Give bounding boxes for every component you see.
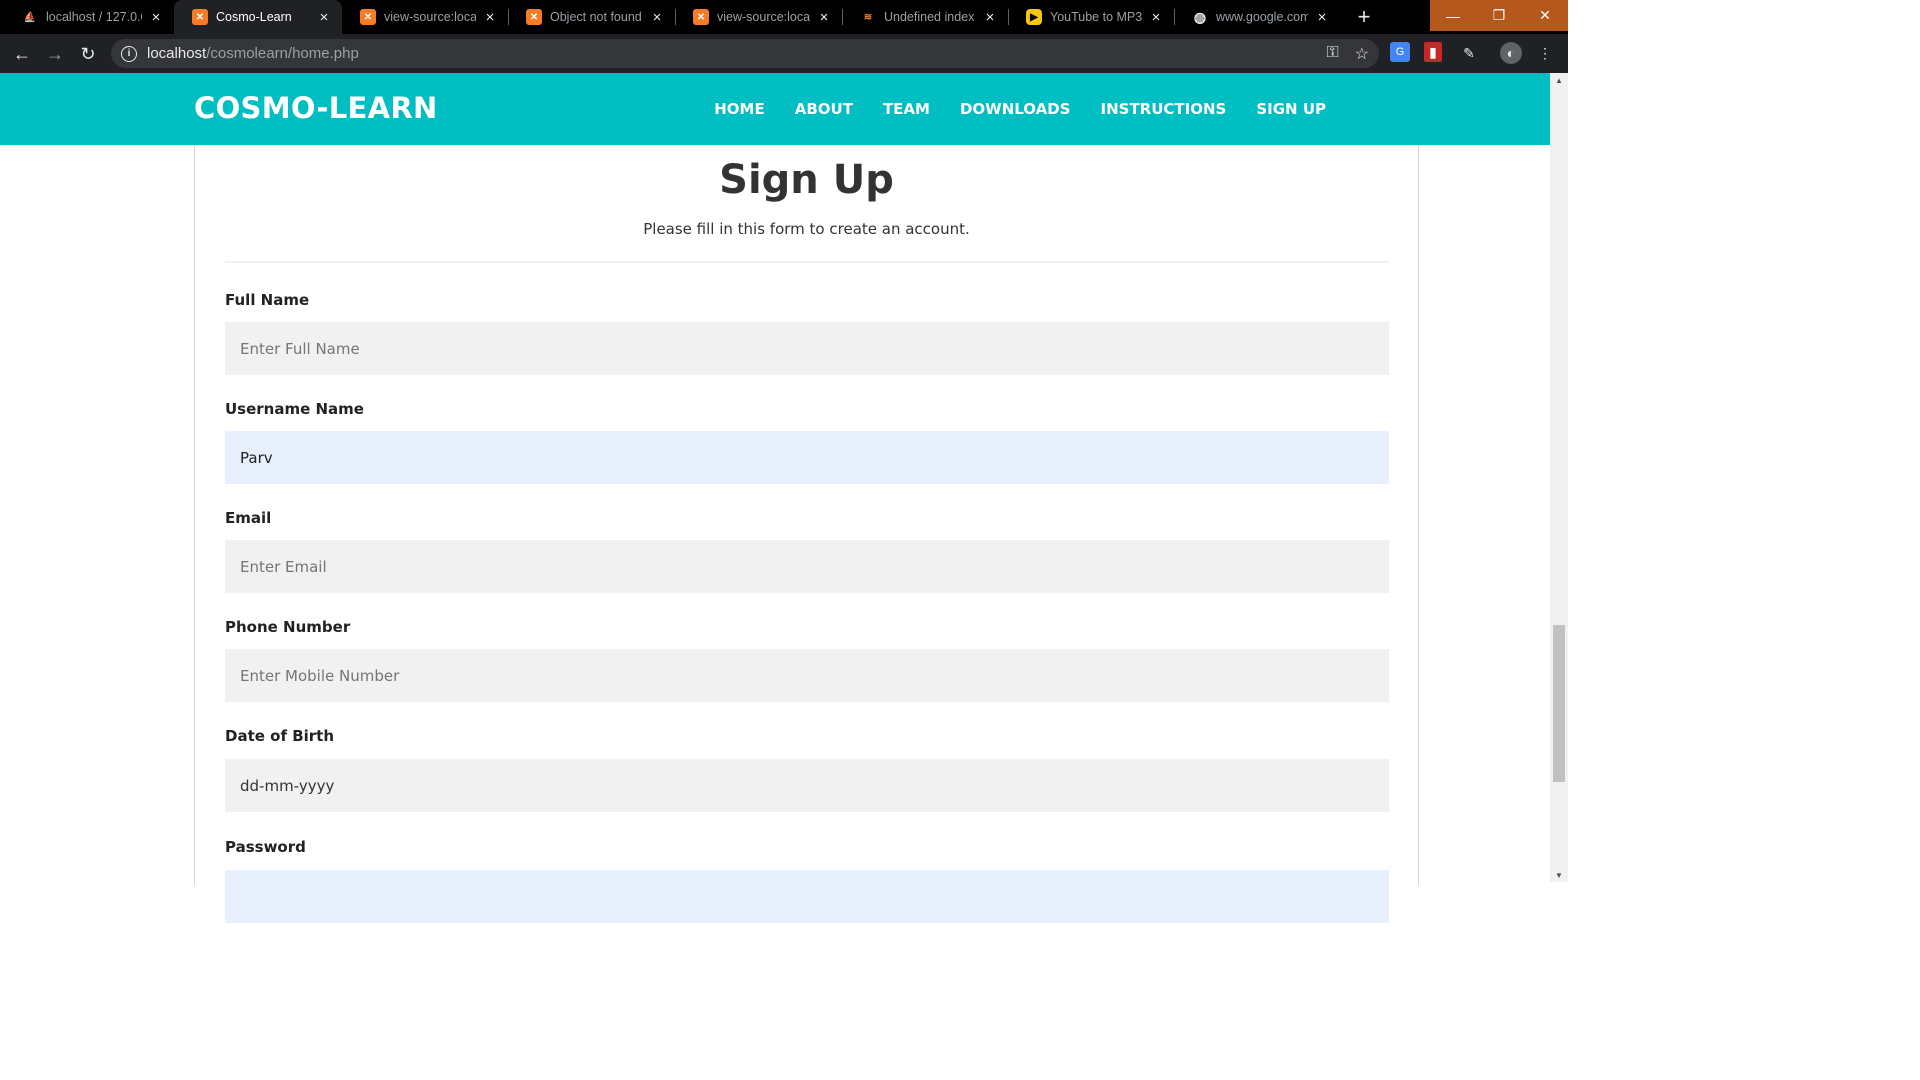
reload-icon: ↻ — [80, 43, 96, 64]
username-label: Username Name — [225, 400, 364, 418]
dob-value: dd-mm-yyyy — [240, 776, 335, 795]
scroll-thumb[interactable] — [1553, 625, 1565, 782]
browser-tab-strip: ⛵ localhost / 127.0.0. × ✕ Cosmo-Learn ×… — [0, 0, 1568, 34]
email-label: Email — [225, 509, 272, 527]
menu-icon[interactable]: ⋮ — [1534, 42, 1556, 64]
tab-title: Undefined index w — [884, 10, 976, 24]
nav-about[interactable]: ABOUT — [795, 100, 853, 118]
arrow-right-icon: → — [46, 43, 64, 64]
stackoverflow-icon: ≋ — [863, 11, 873, 23]
signup-panel: Sign Up Please fill in this form to crea… — [194, 145, 1419, 923]
back-button[interactable]: ← — [8, 40, 36, 68]
close-icon[interactable]: × — [982, 9, 998, 26]
xampp-icon: ✕ — [526, 9, 542, 25]
nav-team[interactable]: TEAM — [883, 100, 930, 118]
nav-sign-up[interactable]: SIGN UP — [1256, 100, 1326, 118]
tab-title: Cosmo-Learn — [216, 10, 292, 24]
forward-button[interactable]: → — [41, 40, 69, 68]
address-url[interactable]: localhost/cosmolearn/home.php — [147, 45, 359, 62]
scroll-up-arrow[interactable]: ▲ — [1550, 73, 1568, 87]
profile-avatar[interactable]: ◐ — [1500, 42, 1522, 64]
converter-icon: ▶ — [1026, 9, 1042, 25]
nav-home[interactable]: HOME — [714, 100, 764, 118]
xampp-icon: ✕ — [360, 9, 376, 25]
close-icon[interactable]: × — [148, 9, 164, 26]
divider — [225, 261, 1389, 263]
extension-red-icon[interactable]: ▮ — [1424, 42, 1442, 62]
password-input[interactable] — [225, 870, 1389, 923]
email-input[interactable] — [225, 540, 1389, 593]
nav-instructions[interactable]: INSTRUCTIONS — [1101, 100, 1227, 118]
window-controls: — ❐ ✕ — [1430, 0, 1568, 31]
tab-title: view-source:localh — [717, 10, 810, 24]
bookmark-star-icon[interactable]: ☆ — [1355, 44, 1369, 64]
tab-title: www.google.com — [1216, 10, 1308, 24]
arrow-left-icon: ← — [13, 43, 31, 64]
phone-label: Phone Number — [225, 618, 351, 636]
xampp-icon: ✕ — [693, 9, 709, 25]
translate-icon[interactable]: G — [1390, 42, 1410, 62]
close-icon[interactable]: × — [482, 9, 498, 26]
browser-tab[interactable]: ≋ Undefined index w × — [842, 0, 1008, 34]
restore-button[interactable]: ❐ — [1476, 0, 1522, 31]
close-icon[interactable]: × — [316, 9, 332, 26]
browser-tab-active[interactable]: ✕ Cosmo-Learn × — [174, 0, 342, 34]
browser-tab[interactable]: ◍ www.google.com × — [1174, 0, 1340, 34]
nav-downloads[interactable]: DOWNLOADS — [960, 100, 1071, 118]
page-subtitle: Please fill in this form to create an ac… — [643, 220, 970, 238]
tab-title: localhost / 127.0.0. — [46, 10, 142, 24]
full-name-label: Full Name — [225, 291, 310, 309]
close-window-button[interactable]: ✕ — [1522, 0, 1568, 31]
tab-title: view-source:localh — [384, 10, 476, 24]
globe-icon: ◍ — [1193, 8, 1207, 25]
browser-tab[interactable]: ✕ view-source:localh × — [342, 0, 508, 34]
close-icon[interactable]: × — [1148, 9, 1164, 26]
browser-tab[interactable]: ✕ Object not found! × — [508, 0, 675, 34]
username-input[interactable] — [225, 431, 1389, 484]
password-label: Password — [225, 838, 306, 856]
key-icon[interactable]: ⚿ — [1326, 44, 1338, 64]
phpmyadmin-icon: ⛵ — [23, 11, 37, 23]
xampp-icon: ✕ — [192, 9, 208, 25]
phone-input[interactable] — [225, 649, 1389, 702]
tab-title: Object not found! — [550, 10, 643, 24]
close-icon[interactable]: × — [816, 9, 832, 26]
new-tab-button[interactable]: + — [1352, 4, 1376, 29]
address-bar[interactable]: i localhost/cosmolearn/home.php ⚿ ☆ — [111, 39, 1379, 68]
dob-label: Date of Birth — [225, 727, 335, 745]
site-header: COSMO-LEARN HOME ABOUT TEAM DOWNLOADS IN… — [0, 73, 1550, 145]
browser-tab[interactable]: ⛵ localhost / 127.0.0. × — [4, 0, 174, 34]
info-icon[interactable]: i — [121, 45, 137, 62]
page-title: Sign Up — [719, 157, 894, 203]
page-scrollbar[interactable]: ▲ ▼ — [1550, 73, 1568, 882]
full-name-input[interactable] — [225, 322, 1389, 375]
close-icon[interactable]: × — [1314, 9, 1330, 26]
browser-tab[interactable]: ✕ view-source:localh × — [675, 0, 842, 34]
minimize-button[interactable]: — — [1430, 0, 1476, 31]
browser-toolbar: ← → ↻ i localhost/cosmolearn/home.php ⚿ … — [0, 34, 1568, 73]
browser-tab[interactable]: ▶ YouTube to MP3 C × — [1008, 0, 1174, 34]
extension-pen-icon[interactable]: ✎ — [1458, 42, 1480, 64]
site-logo[interactable]: COSMO-LEARN — [194, 91, 438, 125]
dob-input[interactable]: dd-mm-yyyy — [225, 759, 1389, 812]
reload-button[interactable]: ↻ — [74, 40, 102, 68]
scroll-down-arrow[interactable]: ▼ — [1550, 868, 1568, 882]
tab-title: YouTube to MP3 C — [1050, 10, 1142, 24]
main-nav: HOME ABOUT TEAM DOWNLOADS INSTRUCTIONS S… — [684, 73, 1326, 145]
close-icon[interactable]: × — [649, 9, 665, 26]
